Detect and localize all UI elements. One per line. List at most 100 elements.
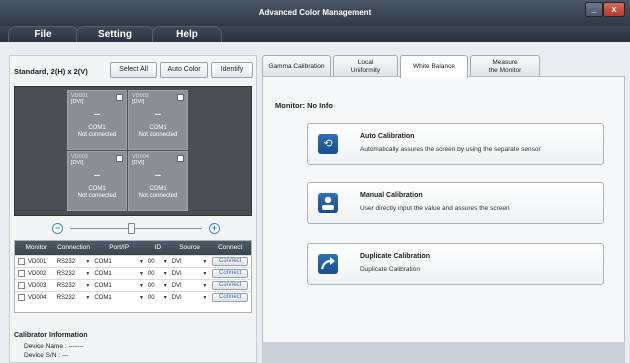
connection-select[interactable]: RS232 ▼ bbox=[55, 293, 93, 303]
connection-select[interactable]: RS232 ▼ bbox=[55, 257, 93, 267]
tab-local-uniformity[interactable]: Local Uniformity bbox=[333, 55, 398, 77]
row-monitor: VD003 bbox=[28, 282, 47, 289]
zoom-thumb[interactable] bbox=[128, 223, 135, 234]
row-checkbox[interactable] bbox=[18, 258, 25, 265]
dropdown-arrow-icon: ▼ bbox=[202, 282, 208, 289]
source-select[interactable]: DVI ▼ bbox=[170, 293, 210, 303]
port-select[interactable]: COM1 ▼ bbox=[92, 257, 146, 267]
title-bar: Advanced Color Management _ x bbox=[0, 0, 630, 26]
user-icon bbox=[318, 193, 338, 213]
close-button[interactable]: x bbox=[603, 2, 625, 17]
table-row: VD003 RS232 ▼ COM1 ▼ 00 ▼ DVI ▼ Connect bbox=[15, 279, 251, 291]
dropdown-arrow-icon: ▼ bbox=[162, 258, 168, 265]
header-monitor: Monitor bbox=[25, 244, 48, 251]
port-select[interactable]: COM1 ▼ bbox=[92, 269, 146, 279]
dropdown-arrow-icon: ▼ bbox=[138, 258, 144, 265]
tile-status: Not connected bbox=[138, 193, 178, 199]
dropdown-arrow-icon: ▼ bbox=[138, 282, 144, 289]
table-row: VD001 RS232 ▼ COM1 ▼ 00 ▼ DVI ▼ Connect bbox=[15, 255, 251, 267]
row-checkbox[interactable] bbox=[18, 282, 25, 289]
duplicate-calibration-card[interactable]: Duplicate Calibration Duplicate Calibrat… bbox=[307, 243, 604, 285]
window-title: Advanced Color Management bbox=[258, 8, 372, 17]
port-select[interactable]: COM1 ▼ bbox=[92, 293, 146, 303]
monitor-tile[interactable]: VD001 [DVI] -- COM1 Not connected bbox=[67, 90, 127, 150]
manual-calibration-card[interactable]: Manual Calibration User directly input t… bbox=[307, 182, 604, 224]
tile-status: Not connected bbox=[77, 193, 117, 199]
identify-button[interactable]: Identify bbox=[211, 62, 253, 78]
tab-gamma-calibration[interactable]: Gamma Calibration bbox=[262, 55, 331, 77]
refresh-icon: ⟲ bbox=[318, 134, 338, 154]
monitor-tile[interactable]: VD002 [DVI] -- COM1 Not connected bbox=[128, 90, 188, 150]
monitor-tile[interactable]: VD003 [DVI] -- COM1 Not connected bbox=[67, 151, 127, 211]
tile-source: [DVI] bbox=[71, 160, 84, 166]
card-description: Automatically assures the screen by usin… bbox=[360, 146, 541, 153]
menu-setting[interactable]: Setting bbox=[76, 26, 154, 42]
tile-source: [DVI] bbox=[132, 160, 145, 166]
minimize-button[interactable]: _ bbox=[585, 2, 603, 17]
zoom-in-icon[interactable]: + bbox=[209, 223, 220, 234]
status-bar bbox=[262, 342, 625, 363]
tile-port: COM1 bbox=[149, 125, 167, 131]
tab-white-balance[interactable]: White Balance bbox=[400, 55, 468, 78]
row-monitor: VD001 bbox=[28, 258, 47, 265]
id-select[interactable]: 00 ▼ bbox=[146, 293, 170, 303]
connect-button[interactable]: Connect bbox=[212, 281, 249, 290]
tile-checkbox[interactable] bbox=[116, 155, 123, 162]
id-select[interactable]: 00 ▼ bbox=[146, 281, 170, 291]
table-header: Monitor Connection Port/IP ID Source Con… bbox=[15, 241, 251, 255]
auto-color-button[interactable]: Auto Color bbox=[160, 62, 208, 78]
source-select[interactable]: DVI ▼ bbox=[170, 257, 210, 267]
header-port: Port/IP bbox=[109, 244, 130, 251]
zoom-slider: − + bbox=[52, 223, 220, 235]
device-serial: Device S/N : --- bbox=[24, 352, 69, 359]
id-select[interactable]: 00 ▼ bbox=[146, 257, 170, 267]
menu-bar: File Setting Help bbox=[0, 26, 630, 42]
tile-status: Not connected bbox=[77, 132, 117, 138]
dropdown-arrow-icon: ▼ bbox=[202, 258, 208, 265]
menu-help[interactable]: Help bbox=[152, 26, 222, 42]
zoom-track[interactable] bbox=[70, 228, 202, 229]
tile-value: -- bbox=[155, 170, 161, 180]
tile-value: -- bbox=[155, 109, 161, 119]
row-checkbox[interactable] bbox=[18, 294, 25, 301]
dropdown-arrow-icon: ▼ bbox=[85, 270, 91, 277]
tab-measure-monitor[interactable]: Measure the Monitor bbox=[470, 55, 540, 77]
dropdown-arrow-icon: ▼ bbox=[85, 258, 91, 265]
card-description: User directly input the value and assure… bbox=[360, 205, 510, 212]
dropdown-arrow-icon: ▼ bbox=[202, 294, 208, 301]
dropdown-arrow-icon: ▼ bbox=[162, 282, 168, 289]
zoom-out-icon[interactable]: − bbox=[52, 223, 63, 234]
dropdown-arrow-icon: ▼ bbox=[162, 294, 168, 301]
row-checkbox[interactable] bbox=[18, 270, 25, 277]
select-all-button[interactable]: Select All bbox=[110, 62, 157, 78]
source-select[interactable]: DVI ▼ bbox=[170, 269, 210, 279]
tile-status: Not connected bbox=[138, 132, 178, 138]
monitor-info: Monitor: No Info bbox=[275, 101, 333, 110]
monitor-table: Monitor Connection Port/IP ID Source Con… bbox=[14, 240, 252, 313]
tile-port: COM1 bbox=[88, 186, 106, 192]
tile-checkbox[interactable] bbox=[116, 94, 123, 101]
white-balance-panel: Monitor: No Info ⟲ Auto Calibration Auto… bbox=[262, 76, 625, 363]
tile-checkbox[interactable] bbox=[177, 155, 184, 162]
auto-calibration-card[interactable]: ⟲ Auto Calibration Automatically assures… bbox=[307, 123, 604, 165]
tile-checkbox[interactable] bbox=[177, 94, 184, 101]
connect-button[interactable]: Connect bbox=[212, 293, 249, 302]
source-select[interactable]: DVI ▼ bbox=[170, 281, 210, 291]
table-row: VD002 RS232 ▼ COM1 ▼ 00 ▼ DVI ▼ Connect bbox=[15, 267, 251, 279]
header-connect: Connect bbox=[218, 244, 243, 251]
connect-button[interactable]: Connect bbox=[212, 257, 249, 266]
tile-source: [DVI] bbox=[71, 99, 84, 105]
header-id: ID bbox=[154, 244, 162, 251]
connect-button[interactable]: Connect bbox=[212, 269, 249, 278]
card-title: Duplicate Calibration bbox=[360, 253, 431, 260]
connection-select[interactable]: RS232 ▼ bbox=[55, 281, 93, 291]
video-wall-preview: VD001 [DVI] -- COM1 Not connected VD002 … bbox=[14, 86, 252, 216]
dropdown-arrow-icon: ▼ bbox=[138, 270, 144, 277]
layout-label: Standard, 2(H) x 2(V) bbox=[14, 67, 88, 76]
connection-select[interactable]: RS232 ▼ bbox=[55, 269, 93, 279]
tile-value: -- bbox=[94, 109, 100, 119]
port-select[interactable]: COM1 ▼ bbox=[92, 281, 146, 291]
id-select[interactable]: 00 ▼ bbox=[146, 269, 170, 279]
menu-file[interactable]: File bbox=[8, 26, 78, 42]
monitor-tile[interactable]: VD004 [DVI] -- COM1 Not connected bbox=[128, 151, 188, 211]
